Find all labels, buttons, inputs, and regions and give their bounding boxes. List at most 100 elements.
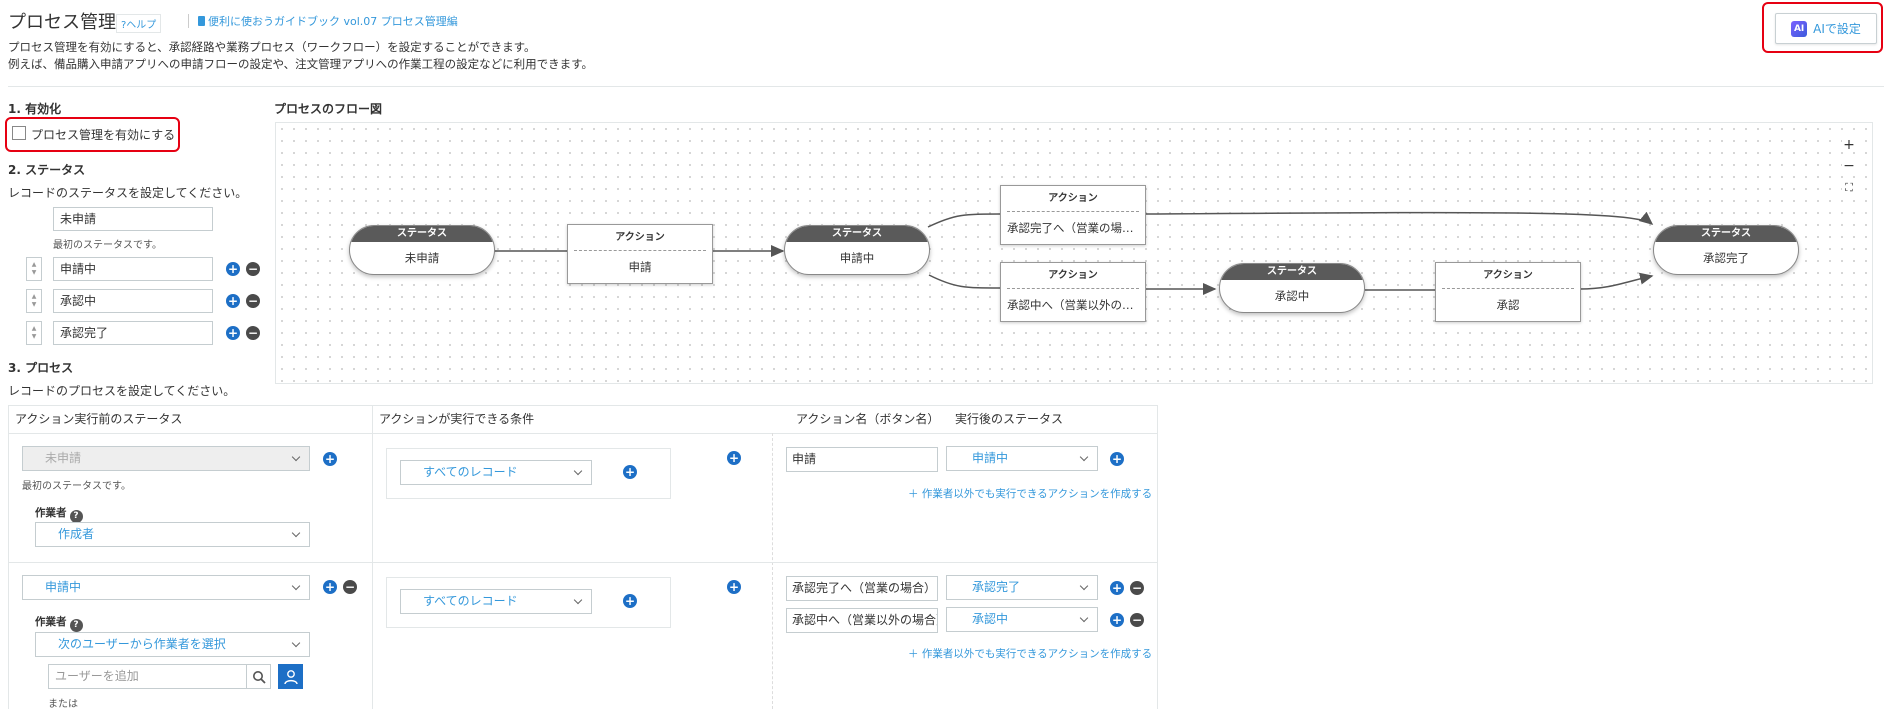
- node-label: 申請中: [839, 251, 875, 265]
- create-action-link[interactable]: ＋ 作業者以外でも実行できるアクションを作成する: [908, 486, 1152, 501]
- remove-status-icon[interactable]: −: [246, 326, 260, 340]
- chevron-down-icon: [573, 466, 583, 476]
- worker-select[interactable]: 次のユーザーから作業者を選択: [35, 632, 310, 657]
- action-name-input[interactable]: 承認中へ（営業以外の場合）: [786, 608, 938, 633]
- condition-select[interactable]: すべてのレコード: [400, 460, 592, 485]
- ai-setup-label: AIで設定: [1813, 22, 1861, 36]
- guide-link[interactable]: 便利に使おうガイドブック vol.07 プロセス管理編: [198, 13, 458, 29]
- flow-status-node[interactable]: ステータス 承認完了: [1653, 225, 1799, 275]
- remove-status-icon[interactable]: −: [246, 262, 260, 276]
- worker-label: 作業者?: [35, 614, 83, 632]
- ai-setup-button[interactable]: AI AIで設定: [1775, 13, 1877, 44]
- zoom-in-button[interactable]: +: [1842, 137, 1856, 153]
- add-status-icon[interactable]: +: [226, 326, 240, 340]
- col-header-condition: アクションが実行できる条件: [379, 412, 535, 426]
- select-value: 承認中: [972, 612, 1009, 626]
- status-input[interactable]: 承認完了: [53, 321, 213, 345]
- flow-status-node[interactable]: ステータス 申請中: [784, 225, 930, 275]
- user-search-input[interactable]: ユーザーを追加: [48, 664, 248, 689]
- status-drag-handle[interactable]: ▲ ▼: [26, 289, 42, 313]
- add-condition-icon[interactable]: +: [623, 594, 637, 608]
- select-value: 承認完了: [972, 580, 1021, 594]
- select-value: 申請中: [45, 580, 82, 594]
- fit-view-button[interactable]: ⛶: [1842, 181, 1856, 195]
- worker-label: 作業者?: [35, 505, 83, 523]
- node-label: 承認: [1496, 298, 1520, 312]
- process-description: レコードのプロセスを設定してください。: [8, 384, 236, 398]
- remove-status-icon[interactable]: −: [246, 294, 260, 308]
- status-input-first[interactable]: 未申請: [53, 207, 213, 231]
- flow-status-node[interactable]: ステータス 承認中: [1219, 263, 1365, 313]
- node-header: アクション: [1007, 263, 1139, 289]
- or-label: または: [48, 699, 78, 709]
- create-action-label: 作業者以外でも実行できるアクションを作成する: [921, 488, 1153, 500]
- header-divider: [188, 14, 189, 28]
- flow-action-node[interactable]: アクション 承認完了へ（営業の場合）: [1000, 185, 1146, 245]
- header-separator: [8, 86, 1884, 87]
- first-status-note: 最初のステータスです。: [22, 481, 131, 492]
- flow-connectors: [494, 211, 1654, 295]
- search-button[interactable]: [246, 664, 271, 689]
- action-name-input[interactable]: 申請: [786, 447, 938, 472]
- column-divider: [772, 433, 773, 709]
- add-action-row-icon[interactable]: +: [1110, 452, 1124, 466]
- status-input[interactable]: 承認中: [53, 289, 213, 313]
- help-link[interactable]: ?ヘルプ: [116, 14, 162, 33]
- description-line-1: プロセス管理を有効にすると、承認経路や業務プロセス（ワークフロー）を設定すること…: [8, 40, 536, 54]
- table-header-divider: [8, 433, 1158, 434]
- flow-status-node[interactable]: ステータス 未申請: [349, 225, 495, 275]
- flow-action-node[interactable]: アクション 承認中へ（営業以外の場合）: [1000, 262, 1146, 322]
- add-action-row-icon[interactable]: +: [1110, 613, 1124, 627]
- zoom-out-button[interactable]: −: [1842, 158, 1856, 174]
- help-icon[interactable]: ?: [69, 619, 83, 632]
- add-process-icon[interactable]: +: [323, 452, 337, 466]
- add-condition-icon[interactable]: +: [623, 465, 637, 479]
- chevron-down-icon: [291, 452, 301, 462]
- enable-checkbox[interactable]: [12, 126, 26, 140]
- guide-link-label: 便利に使おうガイドブック vol.07 プロセス管理編: [208, 15, 458, 28]
- after-status-select[interactable]: 承認中: [946, 607, 1098, 632]
- add-process-icon[interactable]: +: [323, 580, 337, 594]
- add-action-row-icon[interactable]: +: [1110, 581, 1124, 595]
- remove-process-icon[interactable]: −: [343, 580, 357, 594]
- remove-action-row-icon[interactable]: −: [1130, 581, 1144, 595]
- before-status-select[interactable]: 申請中: [22, 575, 310, 600]
- add-action-icon[interactable]: +: [727, 451, 741, 465]
- add-action-icon[interactable]: +: [727, 580, 741, 594]
- status-drag-handle[interactable]: ▲ ▼: [26, 257, 42, 281]
- page-title: プロセス管理: [8, 12, 116, 33]
- chevron-down-icon: [1079, 581, 1089, 591]
- after-status-select[interactable]: 申請中: [946, 446, 1098, 471]
- flow-action-node[interactable]: アクション 承認: [1435, 262, 1581, 322]
- create-action-label: 作業者以外でも実行できるアクションを作成する: [921, 648, 1153, 660]
- status-input[interactable]: 申請中: [53, 257, 213, 281]
- add-status-icon[interactable]: +: [226, 294, 240, 308]
- select-value: 未申請: [45, 451, 82, 465]
- after-status-select[interactable]: 承認完了: [946, 575, 1098, 600]
- status-drag-handle[interactable]: ▲ ▼: [26, 321, 42, 345]
- node-label: 承認中へ（営業以外の場合）: [1007, 298, 1145, 312]
- col-header-after-status: 実行後のステータス: [955, 412, 1064, 426]
- node-label: 未申請: [404, 251, 440, 265]
- node-label: 承認完了: [1703, 251, 1749, 265]
- flow-action-node[interactable]: アクション 申請: [567, 224, 713, 284]
- book-icon: [198, 16, 205, 26]
- condition-select[interactable]: すべてのレコード: [400, 589, 592, 614]
- add-status-icon[interactable]: +: [226, 262, 240, 276]
- enable-heading: 1. 有効化: [8, 102, 62, 116]
- action-name-input[interactable]: 承認完了へ（営業の場合）: [786, 576, 938, 601]
- user-picker-button[interactable]: [278, 664, 303, 689]
- node-header: ステータス: [350, 226, 494, 242]
- worker-select[interactable]: 作成者: [35, 522, 310, 547]
- create-action-link[interactable]: ＋ 作業者以外でも実行できるアクションを作成する: [908, 646, 1152, 661]
- status-heading: 2. ステータス: [8, 163, 86, 177]
- select-value: すべてのレコード: [423, 465, 518, 479]
- plus-icon: ＋: [908, 488, 922, 500]
- before-status-select: 未申請: [22, 446, 310, 471]
- node-label: 承認中: [1274, 289, 1310, 303]
- node-header: ステータス: [1220, 264, 1364, 280]
- enable-checkbox-label[interactable]: プロセス管理を有効にする: [31, 126, 175, 143]
- remove-action-row-icon[interactable]: −: [1130, 613, 1144, 627]
- user-icon: [283, 669, 298, 684]
- status-description: レコードのステータスを設定してください。: [8, 186, 248, 200]
